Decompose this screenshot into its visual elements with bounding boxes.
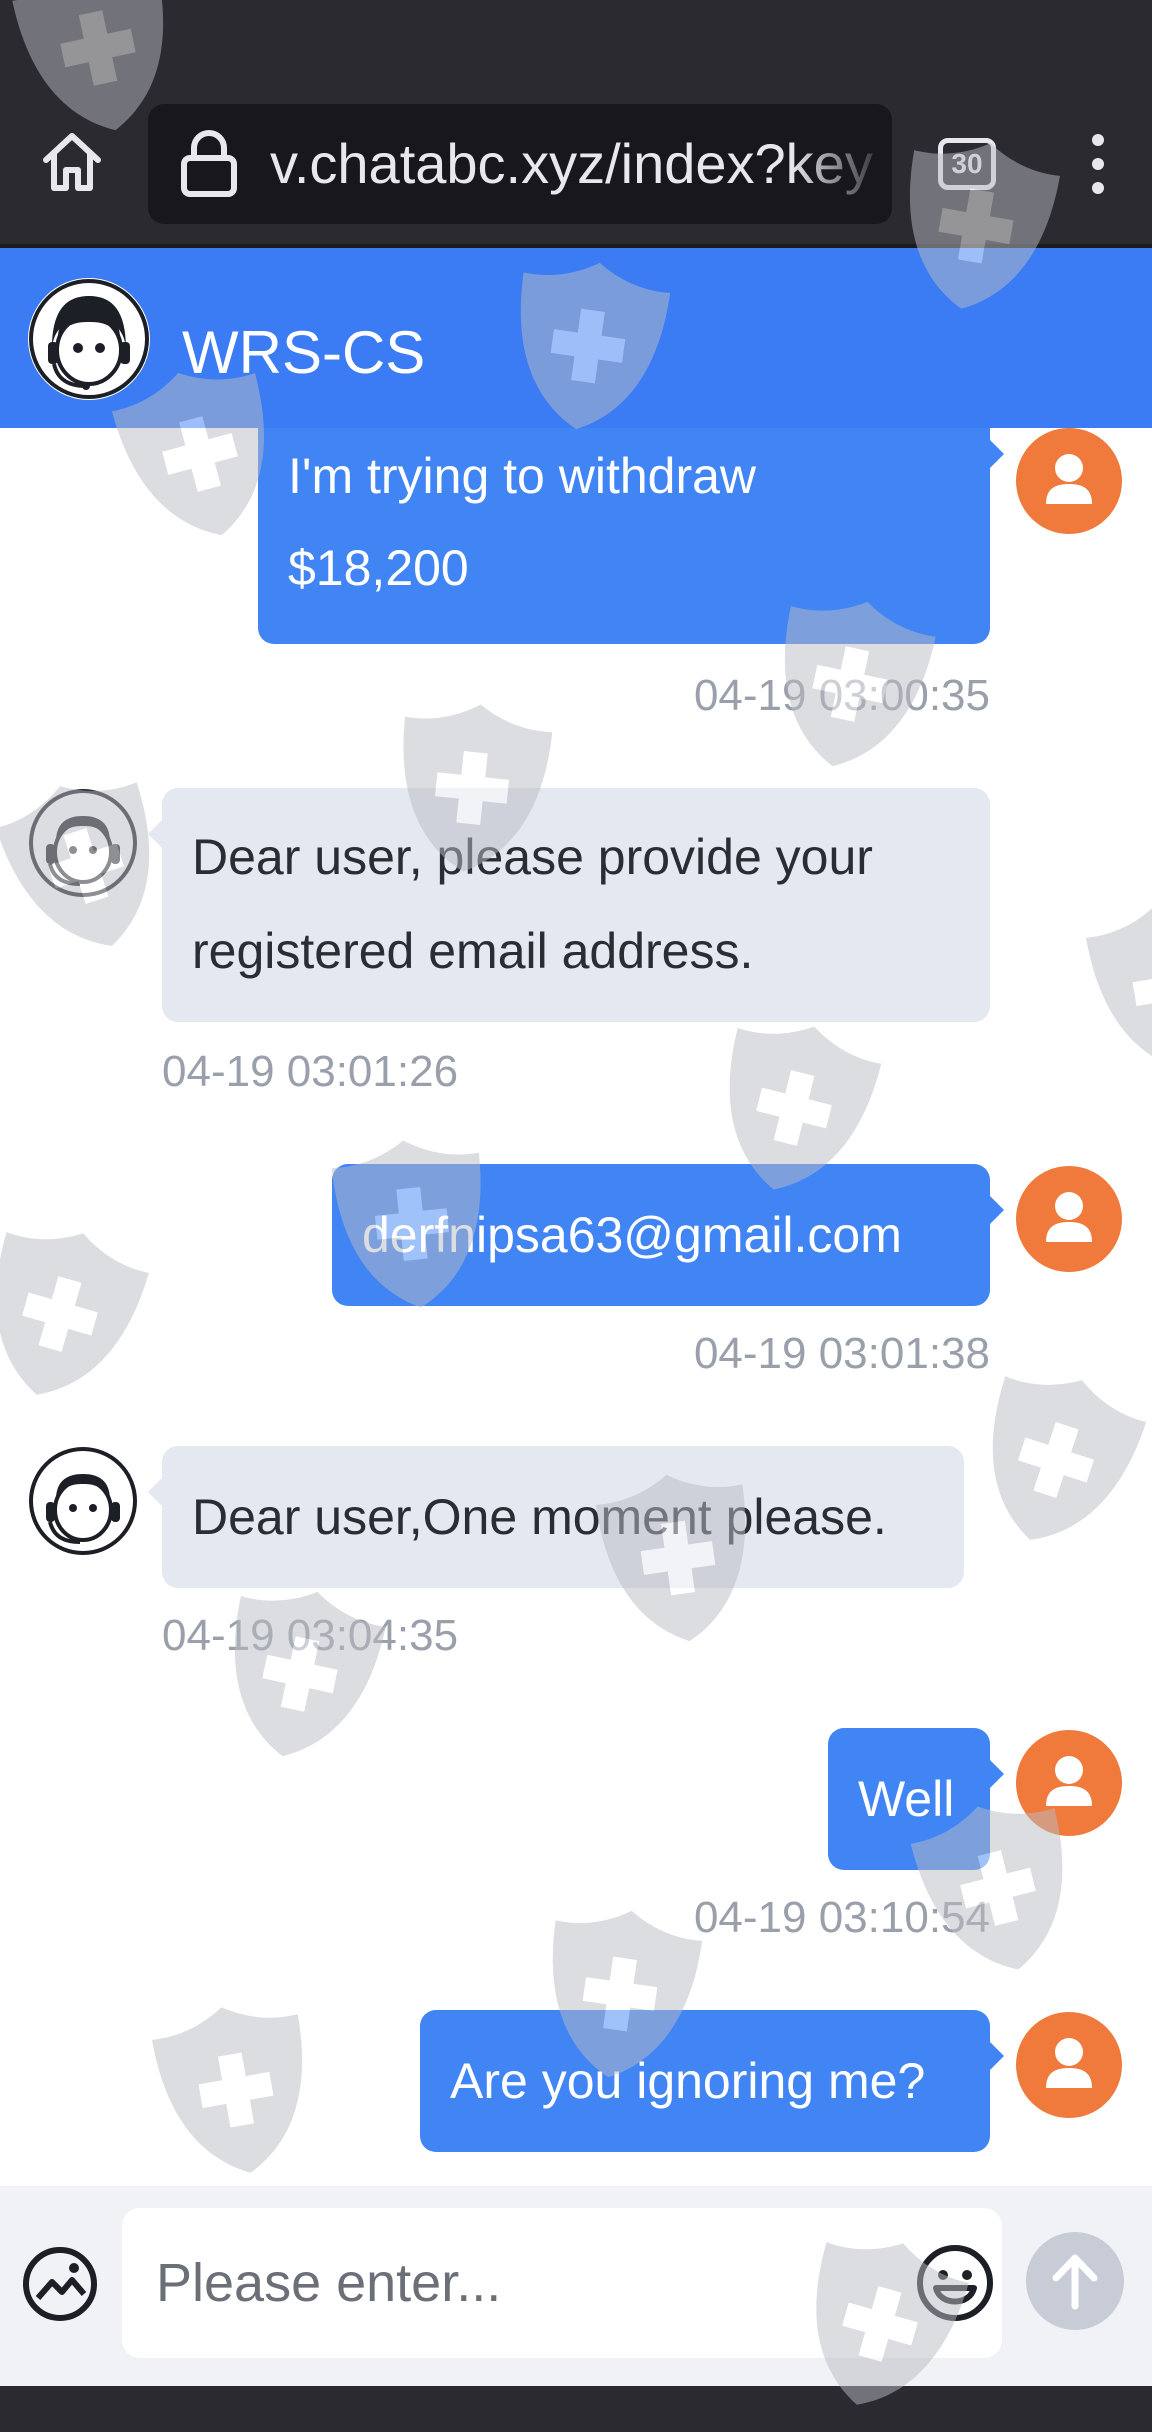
message-timestamp: 04-19 03:01:38 (693, 1329, 990, 1378)
user-avatar (1016, 1166, 1122, 1272)
send-button[interactable] (1026, 2232, 1124, 2330)
message-bubble-user: Are you ignoring me? (420, 2010, 1004, 2152)
person-icon (1046, 1756, 1092, 1806)
user-avatar (1016, 1730, 1122, 1836)
send-arrow-icon (1052, 2254, 1098, 2310)
tab-count-button[interactable]: 30 (938, 138, 996, 190)
message-bubble-user: derfnipsa63@gmail.com (332, 1164, 1004, 1306)
message-line: I'm trying to withdraw (288, 448, 757, 504)
message-bubble-user: Well (828, 1728, 1004, 1870)
url-fade (792, 104, 892, 224)
chat-header: WRS-CS (0, 248, 1152, 428)
headset-agent-icon (29, 1447, 137, 1555)
message-list[interactable]: I'm trying to withdraw $18,200 04-19 03:… (0, 428, 1152, 2186)
home-icon[interactable] (36, 126, 108, 198)
message-input[interactable] (122, 2208, 1002, 2358)
message-timestamp: 04-19 03:01:26 (162, 1047, 459, 1096)
headset-agent-icon (29, 279, 149, 399)
chat-title: WRS-CS (182, 319, 426, 386)
address-bar[interactable]: v.chatabc.xyz/index?key (148, 104, 892, 224)
headset-agent-icon (29, 789, 137, 897)
browser-toolbar: v.chatabc.xyz/index?key 30 (0, 0, 1152, 248)
message-text: derfnipsa63@gmail.com (362, 1207, 902, 1263)
message-line: $18,200 (288, 540, 469, 596)
support-agent-avatar (28, 278, 150, 400)
agent-avatar (28, 1446, 138, 1556)
agent-avatar (28, 788, 138, 898)
message-bubble-user: I'm trying to withdraw $18,200 (258, 428, 1004, 644)
url-text: v.chatabc.xyz/index?key (270, 132, 873, 195)
message-line: registered email address. (192, 923, 754, 979)
lock-icon (181, 130, 237, 197)
message-bubble-agent: Dear user,One moment please. (148, 1446, 964, 1588)
person-icon (1046, 2038, 1092, 2088)
message-text: Dear user,One moment please. (192, 1489, 887, 1545)
message-timestamp: 04-19 03:00:35 (693, 671, 990, 720)
message-text: Are you ignoring me? (450, 2053, 926, 2109)
person-icon (1046, 1192, 1092, 1242)
message-text: Well (858, 1771, 955, 1827)
message-line: Dear user, please provide your (192, 829, 873, 885)
emoji-icon[interactable] (914, 2242, 996, 2324)
message-timestamp: 04-19 03:10:54 (693, 1893, 990, 1942)
more-vert-icon[interactable] (1078, 128, 1118, 200)
user-avatar (1016, 2012, 1122, 2118)
person-icon (1046, 454, 1092, 504)
image-icon[interactable] (20, 2244, 100, 2324)
message-bubble-agent: Dear user, please provide your registere… (148, 788, 990, 1022)
message-timestamp: 04-19 03:04:35 (162, 1611, 459, 1660)
system-nav-strip (0, 2386, 1152, 2432)
message-composer (0, 2186, 1152, 2386)
user-avatar (1016, 428, 1122, 534)
